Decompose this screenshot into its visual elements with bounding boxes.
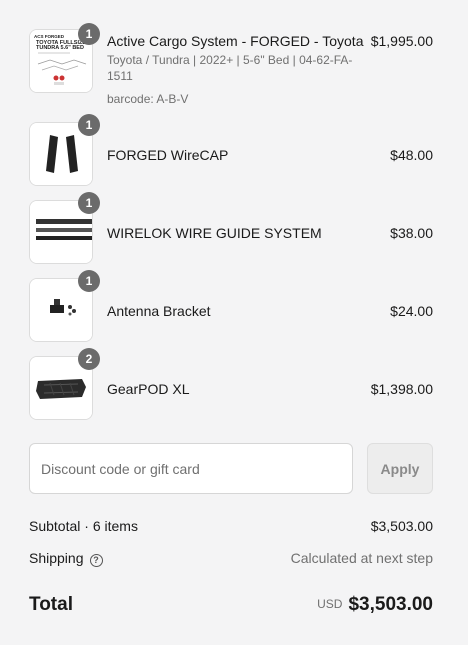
item-title: Antenna Bracket [107, 303, 211, 319]
item-title: WIRELOK WIRE GUIDE SYSTEM [107, 225, 322, 241]
line-item: 1 Antenna Bracket $24.00 [29, 270, 433, 342]
quantity-badge: 1 [78, 23, 100, 45]
discount-code-input[interactable] [29, 443, 353, 494]
shipping-value: Calculated at next step [290, 550, 433, 566]
shipping-label: Shipping [29, 550, 84, 566]
line-item: ACS FORGED TOYOTA FULLSIZE TUNDRA 5.6" B… [29, 23, 433, 106]
quantity-badge: 1 [78, 192, 100, 214]
item-price: $1,995.00 [370, 33, 433, 49]
item-price: $24.00 [390, 303, 433, 319]
item-title: FORGED WireCAP [107, 147, 229, 163]
thumb-text-3: TUNDRA 5.6" BED [36, 45, 84, 51]
thumb-text-1: ACS FORGED [34, 34, 65, 39]
subtotal-label: Subtotal · 6 items [29, 518, 138, 534]
total-value: $3,503.00 [348, 594, 433, 615]
line-item: 1 FORGED WireCAP $48.00 [29, 114, 433, 186]
item-price: $1,398.00 [370, 381, 433, 397]
item-price: $38.00 [390, 225, 433, 241]
currency-code: USD [317, 597, 343, 611]
item-barcode: barcode: A-B-V [107, 92, 189, 106]
apply-button[interactable]: Apply [367, 443, 433, 494]
total-label: Total [29, 594, 73, 615]
question-circle-icon[interactable]: ? [89, 554, 103, 567]
item-price: $48.00 [390, 147, 433, 163]
quantity-badge: 1 [78, 270, 100, 292]
quantity-badge: 1 [78, 114, 100, 136]
quantity-badge: 2 [78, 348, 100, 370]
item-title: Active Cargo System - FORGED - Toyota [107, 33, 364, 49]
total-amount: USD $3,503.00 [317, 594, 433, 616]
line-item: 1 WIRELOK WIRE GUIDE SYSTEM $38.00 [29, 192, 433, 264]
item-title: GearPOD XL [107, 381, 190, 397]
subtotal-value: $3,503.00 [370, 518, 433, 534]
shipping-row: Shipping? [29, 550, 103, 567]
item-variant: Toyota / Tundra | 2022+ | 5-6" Bed | 04-… [107, 53, 353, 83]
line-item: 2 GearPOD XL $1,398.00 [29, 348, 433, 420]
